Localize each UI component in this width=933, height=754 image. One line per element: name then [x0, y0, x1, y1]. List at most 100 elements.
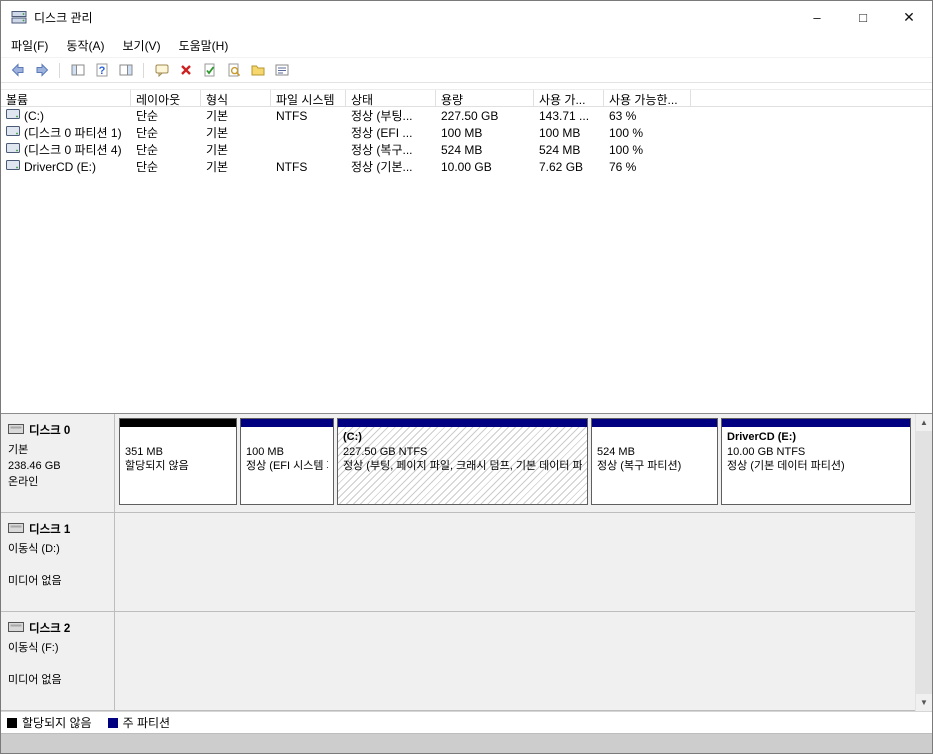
legend-primary-partition: 주 파티션 [107, 714, 171, 731]
vertical-scrollbar[interactable]: ▲ ▼ [915, 414, 932, 711]
column-header-free-space[interactable]: 사용 가... [534, 90, 604, 106]
delete-icon[interactable] [175, 60, 196, 81]
disk-row: 디스크 1 이동식 (D:) 미디어 없음 [1, 513, 915, 612]
menu-action[interactable]: 동작(A) [57, 33, 113, 58]
partition-e-drive[interactable]: DriverCD (E:) 10.00 GB NTFS 정상 (기본 데이터 파… [721, 418, 911, 505]
free-space-cell: 100 MB [539, 125, 581, 140]
column-header-volume[interactable]: 볼륨 [1, 90, 131, 106]
layout-cell: 단순 [136, 126, 159, 140]
disk0-label[interactable]: 디스크 0 기본 238.46 GB 온라인 [1, 414, 115, 512]
action-pane-icon[interactable] [115, 60, 136, 81]
capacity-cell: 524 MB [441, 142, 483, 157]
percent-free-cell: 100 % [609, 125, 644, 140]
disk-row: 디스크 2 이동식 (F:) 미디어 없음 [1, 612, 915, 711]
column-header-layout[interactable]: 레이아웃 [131, 90, 201, 106]
column-header-filesystem[interactable]: 파일 시스템 [271, 90, 346, 106]
minimize-button[interactable]: – [794, 1, 840, 33]
filesystem-cell: NTFS [276, 159, 308, 174]
free-space-cell: 7.62 GB [539, 159, 584, 174]
close-button[interactable]: ✕ [886, 1, 932, 33]
partition-name: DriverCD (E:) [727, 431, 797, 443]
partition-efi[interactable]: 100 MB 정상 (EFI 시스템 파티션) [240, 418, 334, 505]
check-document-icon[interactable] [199, 60, 220, 81]
percent-free-cell: 63 % [609, 108, 637, 123]
disk-status: 온라인 [8, 476, 39, 488]
menu-file[interactable]: 파일(F) [2, 33, 57, 58]
type-cell: 기본 [206, 143, 229, 157]
disk-status: 미디어 없음 [8, 575, 62, 587]
volume-row[interactable]: DriverCD (E:) 단순 기본 NTFS 정상 (기본... 10.00… [1, 158, 932, 175]
partition-size: 524 MB [597, 445, 635, 458]
partition-status: 정상 (복구 파티션) [597, 460, 682, 472]
folder-icon[interactable] [247, 60, 268, 81]
window-title: 디스크 관리 [34, 10, 93, 25]
disk1-partitions [115, 513, 915, 611]
column-header-percent-free[interactable]: 사용 가능한... [604, 90, 691, 106]
disk2-label[interactable]: 디스크 2 이동식 (F:) 미디어 없음 [1, 612, 115, 710]
scroll-down-icon[interactable]: ▼ [916, 694, 932, 711]
percent-free-cell: 76 % [609, 159, 637, 174]
status-cell: 정상 (기본... [351, 160, 413, 174]
partition-name [125, 430, 231, 445]
disk-icon [8, 620, 24, 638]
scrollbar-thumb[interactable] [916, 431, 932, 694]
volume-name: DriverCD (E:) [24, 159, 96, 174]
status-cell: 정상 (부팅... [351, 109, 413, 123]
capacity-cell: 100 MB [441, 125, 483, 140]
disk1-label[interactable]: 디스크 1 이동식 (D:) 미디어 없음 [1, 513, 115, 611]
partition-status: 할당되지 않음 [125, 460, 189, 472]
legend-bar: 할당되지 않음 주 파티션 [1, 711, 932, 733]
volume-name: (C:) [24, 108, 44, 123]
disk-type: 이동식 (D:) [8, 543, 60, 555]
help-icon[interactable]: ? [91, 60, 112, 81]
disk-name: 디스크 0 [29, 425, 71, 437]
legend-label: 주 파티션 [122, 716, 171, 730]
bottom-strip [1, 733, 932, 753]
scrollbar-track[interactable] [916, 431, 932, 694]
layout-cell: 단순 [136, 160, 159, 174]
disk-name: 디스크 2 [29, 623, 71, 635]
menu-view[interactable]: 보기(V) [113, 33, 169, 58]
type-cell: 기본 [206, 160, 229, 174]
partition-status: 정상 (EFI 시스템 파티션) [246, 460, 328, 472]
volume-name: (디스크 0 파티션 1) [24, 126, 122, 140]
column-header-capacity[interactable]: 용량 [436, 90, 534, 106]
column-header-type[interactable]: 형식 [201, 90, 271, 106]
list-view-icon[interactable] [271, 60, 292, 81]
disk-management-window: 디스크 관리 – □ ✕ 파일(F) 동작(A) 보기(V) 도움말(H) ? [0, 0, 933, 754]
partition-c-drive[interactable]: (C:) 227.50 GB NTFS 정상 (부팅, 페이지 파일, 크래시 … [337, 418, 588, 505]
console-tree-icon[interactable] [67, 60, 88, 81]
partition-recovery[interactable]: 524 MB 정상 (복구 파티션) [591, 418, 718, 505]
scroll-up-icon[interactable]: ▲ [916, 414, 932, 431]
volume-icon [6, 125, 20, 140]
toolbar: ? [1, 58, 932, 83]
volume-row[interactable]: (C:) 단순 기본 NTFS 정상 (부팅... 227.50 GB 143.… [1, 107, 932, 124]
type-cell: 기본 [206, 109, 229, 123]
legend-unallocated: 할당되지 않음 [7, 714, 92, 731]
partition-status: 정상 (기본 데이터 파티션) [727, 460, 845, 472]
back-icon[interactable] [7, 60, 28, 81]
partition-color-bar [241, 419, 333, 427]
forward-icon[interactable] [31, 60, 52, 81]
disk-management-icon[interactable] [11, 9, 27, 25]
primary-partition-swatch [107, 717, 118, 728]
column-header-status[interactable]: 상태 [346, 90, 436, 106]
disk0-partitions: 351 MB 할당되지 않음 100 MB 정상 (EFI 시스템 파티션) [115, 414, 915, 512]
volume-row[interactable]: (디스크 0 파티션 1) 단순 기본 정상 (EFI ... 100 MB 1… [1, 124, 932, 141]
volume-icon [6, 108, 20, 123]
volume-row[interactable]: (디스크 0 파티션 4) 단순 기본 정상 (복구... 524 MB 524… [1, 141, 932, 158]
disk-type: 기본 [8, 444, 29, 456]
volume-list-header: 볼륨 레이아웃 형식 파일 시스템 상태 용량 사용 가... 사용 가능한..… [1, 89, 932, 107]
column-header-filler [691, 90, 932, 106]
status-cell: 정상 (EFI ... [351, 126, 413, 140]
partition-unallocated[interactable]: 351 MB 할당되지 않음 [119, 418, 237, 505]
callout-icon[interactable] [151, 60, 172, 81]
menu-help[interactable]: 도움말(H) [170, 33, 238, 58]
maximize-button[interactable]: □ [840, 1, 886, 33]
status-cell: 정상 (복구... [351, 143, 413, 157]
titlebar[interactable]: 디스크 관리 – □ ✕ [1, 1, 932, 33]
filesystem-cell: NTFS [276, 108, 308, 123]
disk-row: 디스크 0 기본 238.46 GB 온라인 351 MB 할당되지 않음 10… [1, 414, 915, 513]
inspect-document-icon[interactable] [223, 60, 244, 81]
capacity-cell: 10.00 GB [441, 159, 492, 174]
